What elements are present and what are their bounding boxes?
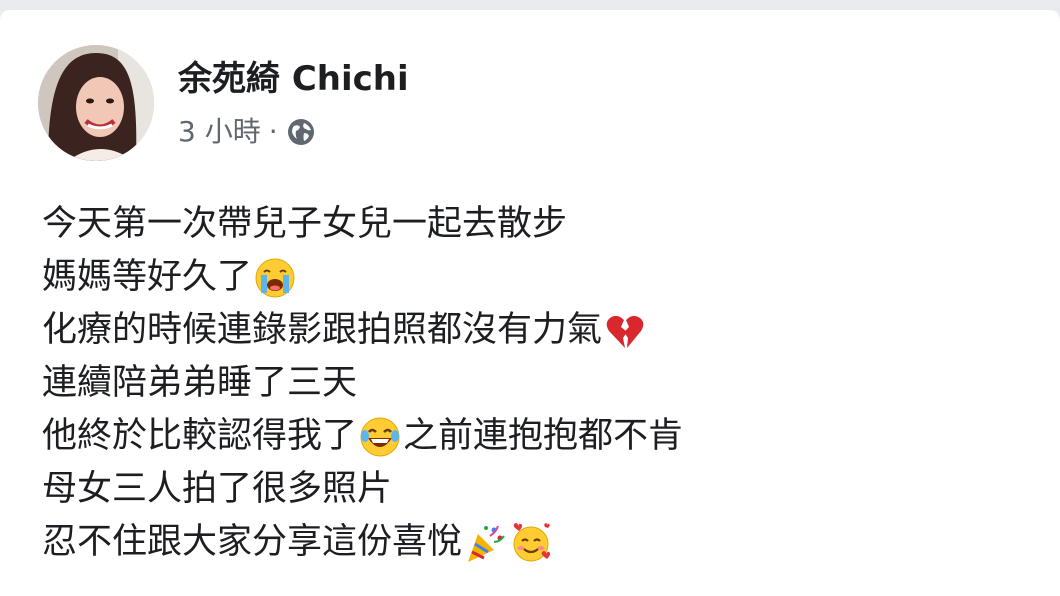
post-line: 媽媽等好久了 [42,251,1032,304]
globe-icon[interactable] [286,117,316,147]
post-line-text: 母女三人拍了很多照片 [42,469,393,509]
post-line-text: 他終於比較認得我了 [42,416,358,456]
smiling-face-with-hearts-icon [513,522,551,561]
avatar-photo-icon [38,45,154,161]
post-line-text: 連續陪弟弟睡了三天 [42,363,358,403]
post-card: 余苑綺 Chichi 3 小時 · 今天第一次帶兒子女兒一起去散步 媽媽等好久了 [0,10,1060,596]
post-line-text: 今天第一次帶兒子女兒一起去散步 [42,204,568,244]
crying-face-icon [255,258,295,297]
tears-of-joy-icon [360,417,400,456]
post-line-text: 媽媽等好久了 [42,257,253,297]
post-meta: 余苑綺 Chichi 3 小時 · [178,56,409,150]
post-timestamp[interactable]: 3 小時 [178,114,261,150]
post-body: 今天第一次帶兒子女兒一起去散步 媽媽等好久了 化療的時候連錄影跟拍照都沒有力氣 [42,198,1032,569]
post-line-text: 忍不住跟大家分享這份喜悅 [42,522,463,562]
avatar[interactable] [38,45,154,161]
post-line: 他終於比較認得我了 之前連抱抱都不肯 [42,410,1032,463]
broken-heart-icon [606,315,644,348]
post-line-text: 化療的時候連錄影跟拍照都沒有力氣 [42,310,603,350]
post-line-text-continued: 之前連抱抱都不肯 [403,416,684,456]
post-line: 連續陪弟弟睡了三天 [42,357,1032,410]
post-timestamp-row: 3 小時 · [178,114,409,150]
post-line: 今天第一次帶兒子女兒一起去散步 [42,198,1032,251]
party-popper-icon [468,525,505,562]
post-line: 忍不住跟大家分享這份喜悅 [42,516,1032,569]
author-name[interactable]: 余苑綺 Chichi [178,56,409,102]
post-line: 母女三人拍了很多照片 [42,463,1032,516]
post-line: 化療的時候連錄影跟拍照都沒有力氣 [42,304,1032,357]
post-header: 余苑綺 Chichi 3 小時 · [38,44,409,162]
separator-dot: · [268,115,278,148]
